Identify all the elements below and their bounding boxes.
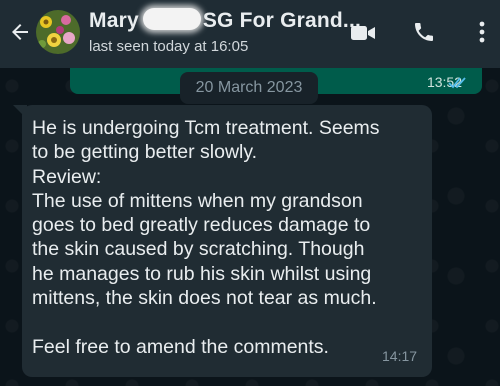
more-options-icon[interactable]	[470, 18, 494, 46]
redacted-blur	[142, 8, 201, 30]
phone-icon[interactable]	[412, 20, 436, 44]
read-ticks-icon	[448, 77, 466, 89]
contact-name[interactable]: Mary SG For Grand...	[89, 8, 361, 33]
back-arrow-icon[interactable]	[8, 20, 32, 44]
avatar[interactable]	[36, 10, 80, 54]
received-message-time: 14:17	[382, 348, 418, 364]
contact-name-rest: SG For Grand...	[202, 9, 362, 32]
video-call-icon[interactable]	[350, 22, 376, 44]
date-separator: 20 March 2023	[180, 72, 318, 104]
received-message-text: He is undergoing Tcm treatment. Seems to…	[32, 117, 380, 358]
last-seen-status: last seen today at 16:05	[89, 38, 249, 55]
contact-name-first: Mary	[89, 9, 139, 32]
chat-header: Mary SG For Grand... last seen today at 1…	[0, 0, 500, 68]
